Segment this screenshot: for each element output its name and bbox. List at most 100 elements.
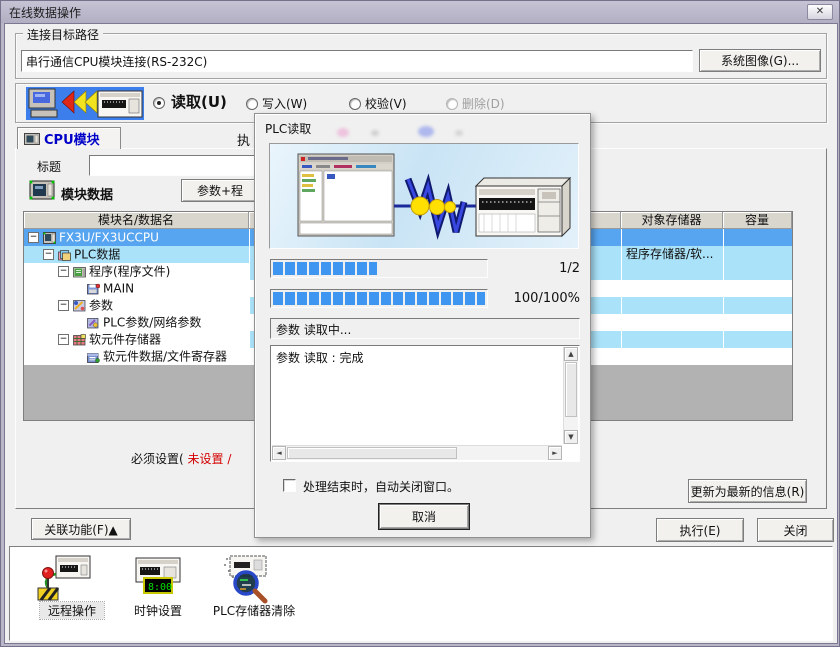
read-radio[interactable] — [153, 97, 165, 109]
tree-expander-icon[interactable]: − — [58, 266, 69, 277]
verify-radio-label[interactable]: 校验(V) — [365, 95, 407, 112]
status-box: 参数 读取中... — [270, 318, 580, 339]
cancel-button[interactable]: 取消 — [379, 504, 469, 529]
log-box[interactable]: 参数 读取 : 完成 ▲ ▼ ◄ ► — [270, 345, 580, 462]
verify-radio[interactable] — [349, 98, 361, 110]
close-button[interactable]: 关闭 — [757, 518, 834, 542]
main-program-icon — [87, 283, 100, 295]
tree-node-label: 软元件数据/文件寄存器 — [103, 350, 227, 364]
related-functions-toolbar: 远程操作 8:00 时钟设置 — [9, 546, 833, 641]
module-name-cell[interactable]: − 程序(程序文件) — [24, 263, 249, 280]
cpu-tab-icon — [24, 133, 40, 145]
target-memory-cell[interactable] — [621, 263, 723, 280]
plc-data-icon — [58, 249, 71, 261]
tree-node-label: 参数 — [89, 299, 113, 313]
log-vscrollbar[interactable]: ▲ ▼ — [563, 347, 578, 444]
scroll-right-icon[interactable]: ► — [548, 446, 562, 460]
module-data-icon — [29, 180, 55, 203]
plc-memory-clear-label[interactable]: PLC存储器清除 — [206, 602, 302, 619]
plc-read-dialog-title: PLC读取 — [265, 120, 311, 137]
target-memory-cell[interactable] — [621, 297, 723, 314]
window-titlebar[interactable]: 在线数据操作 ✕ — [1, 1, 839, 23]
watermark-smudge — [337, 128, 349, 137]
module-name-cell[interactable]: − FX3U/FX3UCCPU — [24, 229, 249, 246]
target-memory-cell[interactable] — [621, 314, 723, 331]
total-progress-bar — [270, 289, 488, 308]
pc-to-plc-transfer-icon — [26, 87, 144, 120]
module-name-cell[interactable]: MAIN — [24, 280, 249, 297]
connection-path-field[interactable]: 串行通信CPU模块连接(RS-232C) — [21, 50, 693, 72]
target-memory-cell[interactable] — [621, 229, 723, 246]
capacity-cell[interactable] — [723, 280, 792, 297]
vscroll-thumb[interactable] — [565, 362, 577, 417]
col-header-target-memory[interactable]: 对象存储器 — [621, 212, 723, 229]
step-progress-bar — [270, 259, 488, 278]
remote-operation-icon[interactable] — [36, 554, 106, 602]
tree-expander-icon[interactable]: − — [58, 334, 69, 345]
col-header-capacity[interactable]: 容量 — [723, 212, 792, 229]
device-data-icon — [87, 351, 100, 363]
scroll-up-icon[interactable]: ▲ — [564, 347, 578, 361]
transfer-graphic-icon — [26, 87, 144, 120]
refresh-info-button[interactable]: 更新为最新的信息(R) — [688, 479, 807, 503]
capacity-cell[interactable] — [723, 246, 792, 263]
tree-node-label: 程序(程序文件) — [89, 265, 170, 279]
watermark-smudge — [371, 130, 379, 136]
tree-node-label: MAIN — [103, 282, 134, 296]
capacity-cell[interactable] — [723, 348, 792, 365]
col-header-module-name[interactable]: 模块名/数据名 — [24, 212, 249, 229]
capacity-cell[interactable] — [723, 331, 792, 348]
clock-setting-icon[interactable]: 8:00 — [128, 554, 198, 602]
plc-memory-clear-icon[interactable] — [218, 554, 288, 602]
capacity-cell[interactable] — [723, 314, 792, 331]
step-progress-fill — [273, 262, 377, 275]
module-name-cell[interactable]: − PLC数据 — [24, 246, 249, 263]
param-program-button[interactable]: 参数+程 — [181, 179, 259, 202]
scroll-down-icon[interactable]: ▼ — [564, 430, 578, 444]
capacity-cell[interactable] — [723, 263, 792, 280]
tree-node-label: PLC数据 — [74, 248, 120, 262]
tab-cpu-module[interactable]: CPU模块 — [17, 127, 121, 149]
tree-expander-icon[interactable]: − — [43, 249, 54, 260]
close-icon[interactable]: ✕ — [807, 4, 833, 20]
execute-button[interactable]: 执行(E) — [656, 518, 744, 542]
related-functions-button[interactable]: 关联功能(F)▲ — [31, 518, 131, 540]
log-text: 参数 读取 : 完成 — [276, 349, 364, 366]
module-name-cell[interactable]: −软元件存储器 — [24, 331, 249, 348]
tree-expander-icon[interactable]: − — [58, 300, 69, 311]
write-radio[interactable] — [246, 98, 258, 110]
svg-text:8:00: 8:00 — [148, 582, 172, 593]
capacity-cell[interactable] — [723, 297, 792, 314]
cpu-module-icon — [43, 232, 56, 244]
write-radio-label[interactable]: 写入(W) — [262, 95, 307, 112]
tree-expander-icon[interactable]: − — [28, 232, 39, 243]
tree-node-label: FX3U/FX3UCCPU — [59, 231, 159, 245]
online-data-operation-window: 在线数据操作 ✕ 连接目标路径 串行通信CPU模块连接(RS-232C) 系统图… — [0, 0, 840, 647]
total-progress-label: 100/100% — [505, 291, 580, 306]
auto-close-checkbox-label[interactable]: 处理结束时，自动关闭窗口。 — [303, 478, 459, 495]
remote-operation-label[interactable]: 远程操作 — [40, 602, 104, 619]
window-title: 在线数据操作 — [1, 4, 81, 21]
plc-parameter-icon — [87, 317, 100, 329]
device-memory-icon — [73, 334, 86, 346]
capacity-cell[interactable] — [723, 229, 792, 246]
delete-radio — [446, 98, 458, 110]
connection-group-label: 连接目标路径 — [23, 26, 103, 43]
tab-cpu-module-label: CPU模块 — [44, 129, 100, 148]
target-memory-cell[interactable] — [621, 348, 723, 365]
target-memory-cell[interactable] — [621, 331, 723, 348]
required-note-slash: / — [227, 452, 231, 466]
read-radio-label[interactable]: 读取(U) — [171, 91, 227, 112]
scroll-left-icon[interactable]: ◄ — [272, 446, 286, 460]
system-image-button[interactable]: 系统图像(G)... — [699, 49, 821, 72]
clock-setting-label[interactable]: 时钟设置 — [126, 602, 190, 619]
log-hscrollbar[interactable]: ◄ ► — [272, 445, 562, 460]
target-memory-cell[interactable]: 程序存储器/软... — [621, 246, 723, 263]
hscroll-thumb[interactable] — [287, 447, 457, 459]
watermark-smudge — [418, 126, 434, 137]
target-memory-cell[interactable] — [621, 280, 723, 297]
module-name-cell[interactable]: PLC参数/网络参数 — [24, 314, 249, 331]
module-name-cell[interactable]: − 参数 — [24, 297, 249, 314]
module-name-cell[interactable]: 软元件数据/文件寄存器 — [24, 348, 249, 365]
auto-close-checkbox[interactable] — [283, 479, 296, 492]
